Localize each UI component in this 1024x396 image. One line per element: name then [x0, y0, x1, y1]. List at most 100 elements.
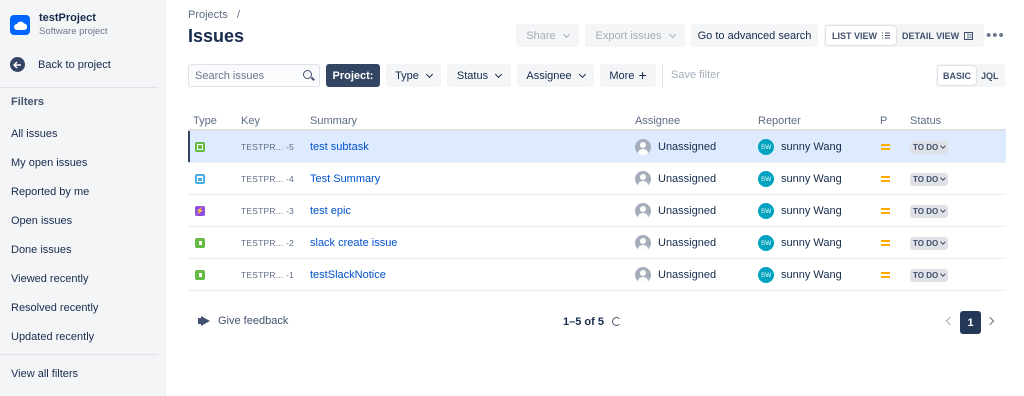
chevron-down-icon — [940, 207, 947, 213]
filter-updated-recently[interactable]: Updated recently — [11, 331, 98, 360]
avatar: SW — [758, 235, 774, 251]
status-dropdown[interactable]: TO DO — [910, 172, 949, 186]
divider — [662, 64, 663, 87]
divider — [0, 354, 158, 355]
project-type: Software project — [39, 26, 108, 37]
filter-my-open-issues[interactable]: My open issues — [11, 157, 98, 186]
megaphone-icon — [198, 316, 211, 326]
col-reporter[interactable]: Reporter — [758, 115, 801, 127]
col-type[interactable]: Type — [193, 115, 217, 127]
view-all-filters-link[interactable]: View all filters — [11, 368, 78, 380]
search-input[interactable] — [195, 69, 299, 82]
breadcrumb-separator: / — [236, 9, 240, 21]
table-row[interactable]: ⚡ TESTPR... -3 test epic Unassigned SW su… — [188, 195, 1006, 227]
search-icon[interactable] — [303, 70, 312, 79]
assignee-filter-button[interactable]: Assignee — [517, 64, 594, 87]
page-title: Issues — [188, 26, 245, 46]
issue-key[interactable]: TESTPR... -4 — [241, 163, 294, 195]
unassigned-avatar-icon — [635, 203, 651, 219]
col-status[interactable]: Status — [910, 115, 941, 127]
search-mode-toggle: BASIC JQL — [936, 64, 1005, 87]
chevron-down-icon — [668, 30, 676, 38]
export-issues-button[interactable]: Export issues — [585, 24, 685, 47]
jql-mode-button[interactable]: JQL — [976, 66, 1004, 85]
assignee-name: Unassigned — [658, 269, 717, 281]
share-button[interactable]: Share — [516, 24, 579, 47]
chevron-down-icon — [940, 175, 947, 181]
issue-summary-link[interactable]: test subtask — [310, 131, 369, 163]
col-key[interactable]: Key — [241, 115, 260, 127]
assignee-name: Unassigned — [658, 141, 717, 153]
col-summary[interactable]: Summary — [310, 115, 357, 127]
more-filters-button[interactable]: More + — [600, 64, 656, 87]
filter-done-issues[interactable]: Done issues — [11, 244, 98, 273]
list-icon — [882, 32, 890, 39]
avatar: SW — [758, 267, 774, 283]
chevron-down-icon — [425, 70, 433, 78]
chevron-right-icon[interactable] — [985, 316, 995, 326]
type-filter-button[interactable]: Type — [386, 64, 441, 87]
project-filter-button[interactable]: Project: — [326, 64, 380, 87]
issue-key[interactable]: TESTPR... -3 — [241, 195, 294, 227]
subtask-icon — [195, 142, 205, 152]
status-dropdown[interactable]: TO DO — [910, 140, 949, 154]
list-view-button[interactable]: LIST VIEW — [826, 26, 896, 45]
save-filter-button[interactable]: Save filter — [671, 69, 720, 81]
detail-view-icon — [964, 31, 974, 40]
status-dropdown[interactable]: TO DO — [910, 268, 949, 282]
type-filter-label: Type — [395, 69, 419, 82]
status-dropdown[interactable]: TO DO — [910, 236, 949, 250]
issues-table: Type Key Summary Assignee Reporter P Sta… — [188, 108, 1006, 291]
back-to-project-link[interactable]: Back to project — [10, 57, 111, 72]
unassigned-avatar-icon — [635, 267, 651, 283]
reporter-name: sunny Wang — [781, 173, 842, 185]
search-box — [188, 64, 320, 87]
give-feedback-button[interactable]: Give feedback — [198, 315, 288, 327]
issue-key[interactable]: TESTPR... -2 — [241, 227, 294, 259]
priority-medium-icon — [881, 240, 890, 246]
sidebar: testProject Software project Back to pro… — [0, 0, 166, 396]
filter-open-issues[interactable]: Open issues — [11, 215, 98, 244]
filter-reported-by-me[interactable]: Reported by me — [11, 186, 98, 215]
filter-all-issues[interactable]: All issues — [11, 128, 98, 157]
advanced-search-button[interactable]: Go to advanced search — [691, 24, 818, 47]
table-row[interactable]: TESTPR... -4 Test Summary Unassigned SW s… — [188, 163, 1006, 195]
more-actions-icon[interactable]: ••• — [986, 27, 1005, 44]
task-icon — [195, 174, 205, 184]
chevron-left-icon[interactable] — [945, 316, 955, 326]
breadcrumb-projects[interactable]: Projects — [188, 9, 228, 21]
project-header[interactable]: testProject Software project — [10, 12, 108, 38]
issue-summary-link[interactable]: test epic — [310, 195, 351, 227]
reporter-name: sunny Wang — [781, 237, 842, 249]
assignee-name: Unassigned — [658, 205, 717, 217]
list-view-label: LIST VIEW — [832, 30, 877, 41]
issue-summary-link[interactable]: slack create issue — [310, 227, 397, 259]
chevron-down-icon — [562, 30, 570, 38]
page-number-button[interactable]: 1 — [960, 311, 981, 334]
story-icon — [195, 270, 205, 280]
breadcrumb: Projects / — [188, 9, 240, 21]
table-row[interactable]: TESTPR... -5 test subtask Unassigned SW s… — [188, 131, 1006, 163]
table-row[interactable]: TESTPR... -1 testSlackNotice Unassigned … — [188, 259, 1006, 291]
status-filter-button[interactable]: Status — [447, 64, 511, 87]
issue-summary-link[interactable]: Test Summary — [310, 163, 380, 195]
reporter-name: sunny Wang — [781, 269, 842, 281]
refresh-icon[interactable] — [612, 317, 621, 326]
basic-mode-button[interactable]: BASIC — [938, 66, 977, 85]
avatar: SW — [758, 171, 774, 187]
filter-viewed-recently[interactable]: Viewed recently — [11, 273, 98, 302]
table-row[interactable]: TESTPR... -2 slack create issue Unassign… — [188, 227, 1006, 259]
filters-heading: Filters — [11, 96, 45, 108]
filter-resolved-recently[interactable]: Resolved recently — [11, 302, 98, 331]
share-label: Share — [526, 29, 556, 42]
col-priority[interactable]: P — [880, 115, 887, 127]
col-assignee[interactable]: Assignee — [635, 115, 680, 127]
issue-key[interactable]: TESTPR... -5 — [241, 131, 294, 163]
view-toggle: LIST VIEW DETAIL VIEW — [824, 24, 984, 47]
issue-summary-link[interactable]: testSlackNotice — [310, 259, 386, 291]
filter-list: All issues My open issues Reported by me… — [11, 128, 98, 360]
detail-view-button[interactable]: DETAIL VIEW — [896, 26, 979, 45]
issue-key[interactable]: TESTPR... -1 — [241, 259, 294, 291]
status-dropdown[interactable]: TO DO — [910, 204, 949, 218]
main-content: Projects / Issues Share Export issues Go… — [166, 0, 1024, 396]
